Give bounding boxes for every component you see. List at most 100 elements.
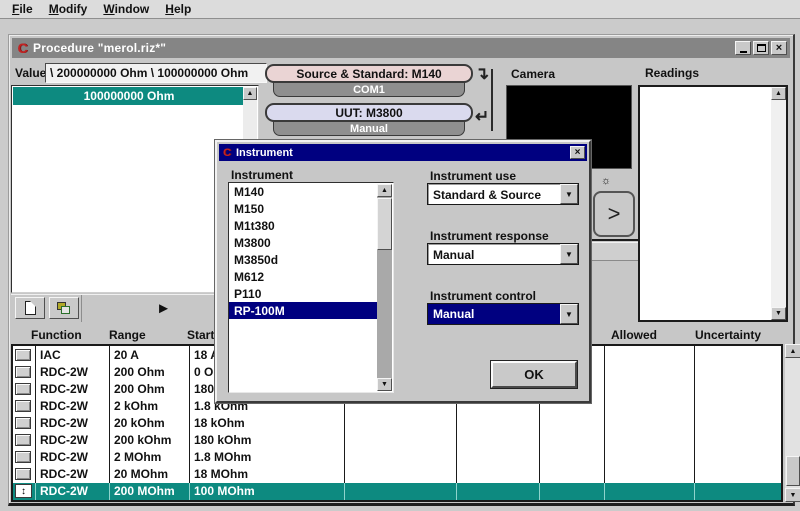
cell-range[interactable]: 200 MOhm (109, 483, 189, 500)
instrument-item[interactable]: M140 (229, 183, 378, 200)
cell-allowed[interactable] (604, 432, 694, 449)
row-selector[interactable] (13, 397, 35, 414)
cell-uncertainty[interactable] (694, 466, 781, 483)
dropdown-icon[interactable]: ▼ (560, 184, 578, 204)
cell-allowed[interactable] (604, 363, 694, 380)
cell-range[interactable]: 2 kOhm (109, 397, 189, 414)
row-selector[interactable] (13, 380, 35, 397)
table-scrollbar[interactable]: ▲ ▼ (785, 344, 800, 502)
cell-function[interactable]: RDC-2W (35, 397, 109, 414)
menu-modify[interactable]: Modify (41, 1, 96, 18)
row-selector[interactable] (13, 414, 35, 431)
cell-allowed[interactable] (604, 483, 694, 500)
scrollbar-thumb[interactable] (786, 456, 800, 486)
dialog-close-button[interactable]: × (570, 146, 585, 159)
menu-file[interactable]: File (4, 1, 41, 18)
cell-range[interactable]: 2 MOhm (109, 449, 189, 466)
row-box[interactable] (15, 468, 31, 480)
row-box[interactable] (15, 366, 31, 378)
cell-function[interactable]: RDC-2W (35, 363, 109, 380)
table-row[interactable]: RDC-2W 200 kOhm 180 kOhm (13, 432, 781, 449)
cell-uncertainty[interactable] (694, 483, 781, 500)
scroll-up-icon[interactable]: ▲ (243, 87, 257, 100)
cell-range[interactable]: 200 Ohm (109, 363, 189, 380)
cell-empty[interactable] (456, 449, 539, 466)
row-box[interactable] (15, 349, 31, 361)
cell-start[interactable]: 180 kOhm (189, 432, 344, 449)
scroll-down-icon[interactable]: ▼ (785, 488, 800, 502)
cell-empty[interactable] (539, 449, 604, 466)
cell-empty[interactable] (344, 466, 456, 483)
cell-empty[interactable] (539, 483, 604, 500)
dropdown-icon[interactable]: ▼ (560, 304, 578, 324)
value-field[interactable]: \ 200000000 Ohm \ 100000000 Ohm (45, 63, 267, 83)
cell-range[interactable]: 200 kOhm (109, 432, 189, 449)
cell-allowed[interactable] (604, 380, 694, 397)
instrument-item[interactable]: M612 (229, 268, 378, 285)
cell-uncertainty[interactable] (694, 449, 781, 466)
cell-empty[interactable] (456, 432, 539, 449)
cell-function[interactable]: IAC (35, 346, 109, 363)
source-standard-button[interactable]: Source & Standard: M140 (265, 64, 473, 83)
scroll-down-icon[interactable]: ▼ (377, 378, 392, 391)
cell-empty[interactable] (344, 483, 456, 500)
instrument-item[interactable]: M150 (229, 200, 378, 217)
row-box[interactable] (15, 400, 31, 412)
cell-empty[interactable] (456, 466, 539, 483)
table-row[interactable]: RDC-2W 2 MOhm 1.8 MOhm (13, 449, 781, 466)
maximize-button[interactable] (753, 41, 769, 55)
cell-function[interactable]: RDC-2W (35, 483, 109, 500)
scroll-down-icon[interactable]: ▼ (771, 307, 786, 320)
cell-allowed[interactable] (604, 397, 694, 414)
cell-range[interactable]: 20 A (109, 346, 189, 363)
value-list-selected-item[interactable]: 100000000 Ohm (13, 87, 245, 105)
readings-list[interactable]: ▲ ▼ (638, 85, 788, 322)
copy-special-button[interactable] (49, 297, 79, 319)
cell-function[interactable]: RDC-2W (35, 466, 109, 483)
cell-uncertainty[interactable] (694, 346, 781, 363)
cell-function[interactable]: RDC-2W (35, 380, 109, 397)
cell-empty[interactable] (344, 432, 456, 449)
cell-range[interactable]: 20 MOhm (109, 466, 189, 483)
cell-empty[interactable] (456, 483, 539, 500)
scrollbar-thumb[interactable] (377, 198, 392, 250)
instrument-control-combo[interactable]: Manual ▼ (427, 303, 579, 325)
cell-allowed[interactable] (604, 346, 694, 363)
cell-range[interactable]: 200 Ohm (109, 380, 189, 397)
row-selector[interactable] (13, 432, 35, 449)
cell-empty[interactable] (456, 414, 539, 431)
camera-next-button[interactable]: > (593, 191, 635, 237)
close-button[interactable]: × (771, 41, 787, 55)
cell-start[interactable]: 100 MOhm (189, 483, 344, 500)
row-box[interactable] (15, 434, 31, 446)
instrument-response-combo[interactable]: Manual ▼ (427, 243, 579, 265)
cell-start[interactable]: 18 kOhm (189, 414, 344, 431)
row-selector[interactable] (13, 466, 35, 483)
cell-empty[interactable] (539, 432, 604, 449)
row-marker-icon[interactable]: ↕ (15, 484, 32, 498)
scroll-up-icon[interactable]: ▲ (377, 184, 392, 197)
cell-function[interactable]: RDC-2W (35, 449, 109, 466)
instrument-list[interactable]: M140 M150 M1t380 M3800 M3850d M612 P110 … (228, 182, 394, 393)
table-row[interactable]: RDC-2W 20 kOhm 18 kOhm (13, 414, 781, 431)
instrument-list-scrollbar[interactable]: ▲ ▼ (377, 184, 392, 391)
cell-empty[interactable] (539, 466, 604, 483)
cell-function[interactable]: RDC-2W (35, 414, 109, 431)
cell-uncertainty[interactable] (694, 380, 781, 397)
cell-uncertainty[interactable] (694, 414, 781, 431)
menu-window[interactable]: Window (95, 1, 157, 18)
new-document-button[interactable] (15, 297, 45, 319)
scroll-up-icon[interactable]: ▲ (785, 344, 800, 358)
cell-empty[interactable] (539, 414, 604, 431)
instrument-item[interactable]: M3850d (229, 251, 378, 268)
scroll-up-icon[interactable]: ▲ (771, 87, 786, 100)
instrument-item-selected[interactable]: RP-100M (229, 302, 378, 319)
menu-help[interactable]: Help (157, 1, 199, 18)
table-row-selected[interactable]: ↕ RDC-2W 200 MOhm 100 MOhm (13, 483, 781, 500)
row-selector[interactable] (13, 363, 35, 380)
instrument-item[interactable]: M1t380 (229, 217, 378, 234)
uut-button[interactable]: UUT: M3800 (265, 103, 473, 122)
cell-empty[interactable] (344, 414, 456, 431)
row-selector[interactable] (13, 346, 35, 363)
table-row[interactable]: RDC-2W 20 MOhm 18 MOhm (13, 466, 781, 483)
